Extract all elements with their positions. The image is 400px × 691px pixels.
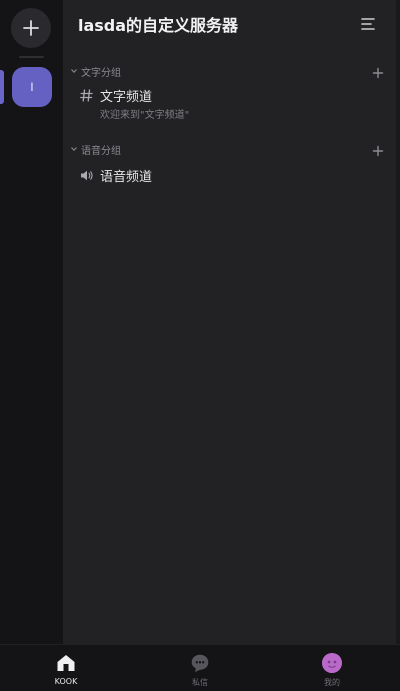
channel-text[interactable]: 文字频道 欢迎来到"文字频道" xyxy=(79,86,379,121)
nav-profile[interactable]: 我的 xyxy=(292,645,372,691)
home-icon xyxy=(57,655,75,671)
avatar-face-icon xyxy=(322,653,342,673)
nav-label: 私信 xyxy=(192,678,208,687)
category-voice-group[interactable]: 语音分组 xyxy=(69,142,121,157)
add-server-button[interactable] xyxy=(11,8,51,48)
bottom-nav: KOOK 私信 我的 xyxy=(0,644,400,691)
channel-voice[interactable]: 语音频道 xyxy=(79,166,379,185)
channel-name: 文字频道 xyxy=(100,89,153,105)
category-label: 文字分组 xyxy=(81,67,121,79)
rail-divider xyxy=(19,56,44,58)
channel-topic: 欢迎来到"文字频道" xyxy=(100,110,190,121)
panel-edge xyxy=(396,0,400,644)
channel-name: 语音频道 xyxy=(100,169,153,185)
speaker-icon xyxy=(81,170,93,180)
nav-messages[interactable]: 私信 xyxy=(160,645,240,691)
channel-panel: lasda的自定义服务器 文字分组 文字频道 欢迎来到"文字频道" 语音分组 语… xyxy=(63,0,396,644)
app-root: l lasda的自定义服务器 文字分组 文字频道 欢迎来到"文字频道" 语音分组… xyxy=(0,0,400,691)
add-channel-icon[interactable] xyxy=(371,66,385,80)
server-icon-lasda[interactable]: l xyxy=(12,67,52,107)
menu-icon[interactable] xyxy=(358,14,378,34)
server-title[interactable]: lasda的自定义服务器 xyxy=(78,12,238,36)
server-initial: l xyxy=(30,80,34,94)
plus-icon xyxy=(23,20,39,36)
avatar xyxy=(322,653,342,673)
category-label: 语音分组 xyxy=(81,145,121,157)
chevron-down-icon xyxy=(71,147,77,152)
category-text-group[interactable]: 文字分组 xyxy=(69,64,121,79)
nav-kook[interactable]: KOOK xyxy=(26,645,106,691)
nav-label: KOOK xyxy=(54,677,78,686)
nav-label: 我的 xyxy=(324,678,340,687)
server-rail: l xyxy=(0,0,63,644)
add-channel-icon[interactable] xyxy=(371,144,385,158)
active-server-indicator xyxy=(0,70,4,104)
chat-bubble-icon xyxy=(191,654,209,672)
chevron-down-icon xyxy=(71,69,77,74)
hash-icon xyxy=(80,88,93,102)
